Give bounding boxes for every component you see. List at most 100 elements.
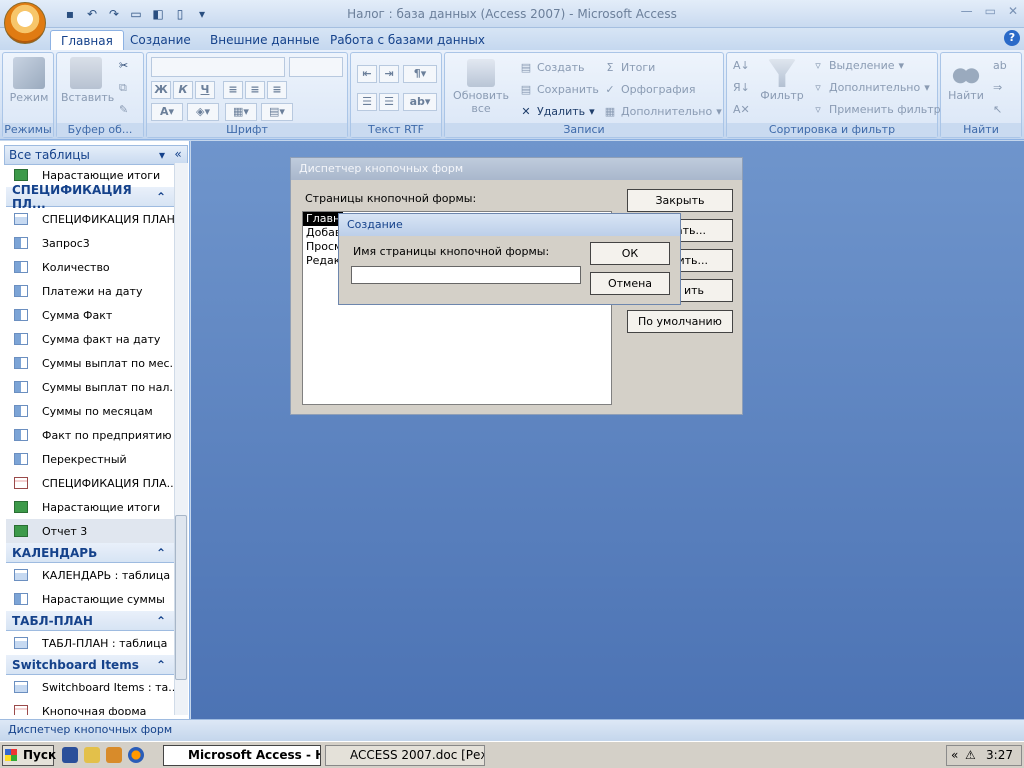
- close-window-icon[interactable]: ✕: [1008, 4, 1018, 18]
- tray-expand-icon[interactable]: «: [951, 746, 958, 765]
- delete-icon: ✕: [521, 104, 531, 118]
- minimize-icon[interactable]: —: [961, 4, 973, 18]
- ok-button[interactable]: ОК: [590, 242, 670, 265]
- page-item[interactable]: Главна: [303, 212, 347, 226]
- nav-dropdown-icon[interactable]: ▾: [159, 146, 165, 164]
- nav-scroll-thumb[interactable]: [175, 515, 187, 680]
- nav-item[interactable]: Запрос3: [6, 231, 174, 255]
- nav-item[interactable]: Суммы выплат по нал...: [6, 375, 174, 399]
- find-button[interactable]: Найти: [943, 59, 989, 102]
- nav-group[interactable]: ТАБЛ-ПЛАН ⌃: [6, 611, 174, 631]
- delete-record-button[interactable]: ✕ Удалить ▾: [519, 104, 594, 118]
- nav-item[interactable]: Суммы выплат по мес...: [6, 351, 174, 375]
- nav-item[interactable]: КАЛЕНДАРЬ : таблица: [6, 563, 174, 587]
- view-button[interactable]: Режим: [7, 57, 51, 104]
- nav-item[interactable]: Отчет 3: [6, 519, 174, 543]
- spelling-button[interactable]: ✓ Орфография: [603, 83, 695, 96]
- query-icon: [14, 285, 28, 297]
- paste-button[interactable]: Вставить: [61, 57, 114, 104]
- clear-sort-icon[interactable]: A✕: [733, 103, 750, 116]
- selection-button[interactable]: ▿ Выделение ▾: [811, 59, 904, 72]
- underline-button[interactable]: Ч: [195, 81, 215, 99]
- align-center-icon[interactable]: ≡: [245, 81, 265, 99]
- nav-header[interactable]: Все таблицы ▾: [4, 145, 188, 165]
- nav-item[interactable]: Кнопочная форма: [6, 699, 174, 715]
- desktop-icon[interactable]: [62, 747, 78, 763]
- refresh-all-button[interactable]: Обновить все: [449, 59, 513, 115]
- filter-button[interactable]: Фильтр: [757, 59, 807, 102]
- increase-indent-icon[interactable]: ⇥: [379, 65, 399, 83]
- nav-group[interactable]: Switchboard Items ⌃: [6, 655, 174, 675]
- highlight-icon[interactable]: ab▾: [403, 93, 437, 111]
- maximize-icon[interactable]: ▭: [985, 4, 996, 18]
- taskbar-app-access[interactable]: Microsoft Access - На...: [163, 745, 321, 766]
- more-records-button[interactable]: ▦ Дополнительно ▾: [603, 105, 722, 118]
- nav-item[interactable]: Количество: [6, 255, 174, 279]
- default-page-button[interactable]: По умолчанию: [627, 310, 733, 333]
- nav-item[interactable]: СПЕЦИФИКАЦИЯ ПЛА...: [6, 471, 174, 495]
- nav-item[interactable]: Нарастающие суммы: [6, 587, 174, 611]
- font-name-combo[interactable]: [151, 57, 285, 77]
- tab-database-tools[interactable]: Работа с базами данных: [320, 30, 495, 50]
- cancel-button[interactable]: Отмена: [590, 272, 670, 295]
- alternate-fill-icon[interactable]: ▤▾: [261, 103, 293, 121]
- apply-filter-button[interactable]: ▿ Применить фильтр: [811, 103, 940, 116]
- gridlines-icon[interactable]: ▦▾: [225, 103, 257, 121]
- nav-group[interactable]: КАЛЕНДАРЬ ⌃: [6, 543, 174, 563]
- nav-item[interactable]: Switchboard Items : та...: [6, 675, 174, 699]
- nav-item[interactable]: Нарастающие итоги: [6, 495, 174, 519]
- decrease-indent-icon[interactable]: ⇤: [357, 65, 377, 83]
- font-size-combo[interactable]: [289, 57, 343, 77]
- sort-descending-icon[interactable]: Я↓: [733, 81, 750, 94]
- nav-item[interactable]: Суммы по месяцам: [6, 399, 174, 423]
- new-record-button[interactable]: ▤ Создать: [519, 61, 585, 74]
- collapse-group-icon[interactable]: ⌃: [156, 658, 166, 672]
- nav-item[interactable]: Платежи на дату: [6, 279, 174, 303]
- nav-collapse-icon[interactable]: «: [170, 147, 186, 163]
- copy-icon[interactable]: ⧉: [119, 81, 127, 95]
- windows-logo-icon: [5, 749, 17, 761]
- media-icon[interactable]: [106, 747, 122, 763]
- numbering-icon[interactable]: ☰: [357, 93, 377, 111]
- nav-item[interactable]: Перекрестный: [6, 447, 174, 471]
- advanced-filter-button[interactable]: ▿ Дополнительно ▾: [811, 81, 930, 94]
- select-icon[interactable]: ↖: [993, 103, 1002, 116]
- help-icon[interactable]: ?: [1004, 30, 1020, 46]
- collapse-group-icon[interactable]: ⌃: [156, 546, 166, 560]
- bullets-icon[interactable]: ☰: [379, 93, 399, 111]
- collapse-group-icon[interactable]: ⌃: [156, 614, 166, 628]
- office-button-icon[interactable]: [4, 2, 46, 44]
- italic-button[interactable]: К: [173, 81, 193, 99]
- save-record-button[interactable]: ▤ Сохранить: [519, 83, 599, 96]
- go-to-icon[interactable]: ⇒: [993, 81, 1002, 94]
- align-right-icon[interactable]: ≡: [267, 81, 287, 99]
- taskbar-app-word[interactable]: ACCESS 2007.doc [Режи...: [325, 745, 485, 766]
- cut-icon[interactable]: ✂: [119, 59, 128, 72]
- close-button[interactable]: Закрыть: [627, 189, 733, 212]
- paragraph-icon[interactable]: ¶▾: [403, 65, 437, 83]
- replace-icon[interactable]: ab: [993, 59, 1007, 72]
- query-icon: [14, 261, 28, 273]
- nav-item[interactable]: Сумма факт на дату: [6, 327, 174, 351]
- firefox-icon[interactable]: [128, 747, 144, 763]
- nav-item[interactable]: Факт по предприятию: [6, 423, 174, 447]
- totals-button[interactable]: Σ Итоги: [603, 61, 656, 74]
- sort-ascending-icon[interactable]: A↓: [733, 59, 750, 72]
- bold-button[interactable]: Ж: [151, 81, 171, 99]
- tab-create[interactable]: Создание: [120, 30, 201, 50]
- page-name-input[interactable]: [351, 266, 581, 284]
- tab-home[interactable]: Главная: [50, 30, 124, 50]
- explorer-icon[interactable]: [84, 747, 100, 763]
- format-painter-icon[interactable]: ✎: [119, 103, 128, 116]
- font-color-icon[interactable]: A▾: [151, 103, 183, 121]
- tab-external-data[interactable]: Внешние данные: [200, 30, 329, 50]
- nav-item[interactable]: СПЕЦИФИКАЦИЯ ПЛАН...: [6, 207, 174, 231]
- nav-item[interactable]: ТАБЛ-ПЛАН : таблица: [6, 631, 174, 655]
- fill-color-icon[interactable]: ◈▾: [187, 103, 219, 121]
- nav-item[interactable]: Сумма Факт: [6, 303, 174, 327]
- align-left-icon[interactable]: ≡: [223, 81, 243, 99]
- form-icon: [14, 705, 28, 715]
- warning-icon[interactable]: ⚠: [965, 746, 976, 765]
- collapse-group-icon[interactable]: ⌃: [156, 190, 166, 204]
- nav-group[interactable]: СПЕЦИФИКАЦИЯ ПЛ... ⌃: [6, 183, 174, 211]
